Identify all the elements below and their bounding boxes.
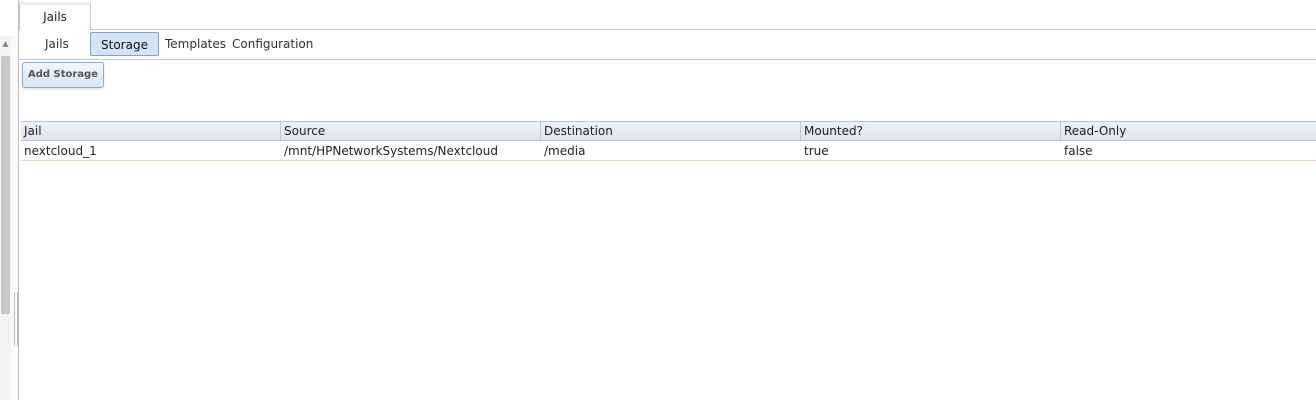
top-tab-bar: Jails: [19, 0, 1316, 30]
cell-read-only: false: [1064, 144, 1093, 158]
app-window: ▲ Jails Jails Storage Templates Configur…: [0, 0, 1316, 400]
storage-table: Jail Source Destination Mounted? Read-On…: [21, 121, 1316, 161]
column-header-destination[interactable]: Destination: [541, 122, 801, 140]
cell-mounted: true: [804, 144, 829, 158]
tab-jails-main[interactable]: Jails: [19, 2, 91, 30]
table-header: Jail Source Destination Mounted? Read-On…: [21, 121, 1316, 141]
panel-splitter[interactable]: [11, 36, 18, 400]
subtab-jails[interactable]: Jails: [35, 32, 79, 56]
cell-source: /mnt/HPNetworkSystems/Nextcloud: [284, 144, 498, 158]
cell-destination: /media: [544, 144, 586, 158]
column-header-read-only[interactable]: Read-Only: [1061, 122, 1316, 140]
column-header-jail[interactable]: Jail: [21, 122, 281, 140]
scroll-up-icon[interactable]: ▲: [1, 39, 10, 49]
table-row[interactable]: nextcloud_1 /mnt/HPNetworkSystems/Nextcl…: [21, 141, 1316, 161]
main-panel: Jails Jails Storage Templates Configurat…: [18, 0, 1316, 400]
column-header-source[interactable]: Source: [281, 122, 541, 140]
cell-jail: nextcloud_1: [24, 144, 97, 158]
subtab-storage[interactable]: Storage: [90, 32, 159, 56]
add-storage-button[interactable]: Add Storage: [22, 62, 104, 88]
scrollbar-thumb[interactable]: [1, 56, 10, 314]
subtab-configuration[interactable]: Configuration: [222, 32, 323, 56]
sub-tab-bar: Jails Storage Templates Configuration: [19, 30, 1316, 60]
column-header-mounted[interactable]: Mounted?: [801, 122, 1061, 140]
